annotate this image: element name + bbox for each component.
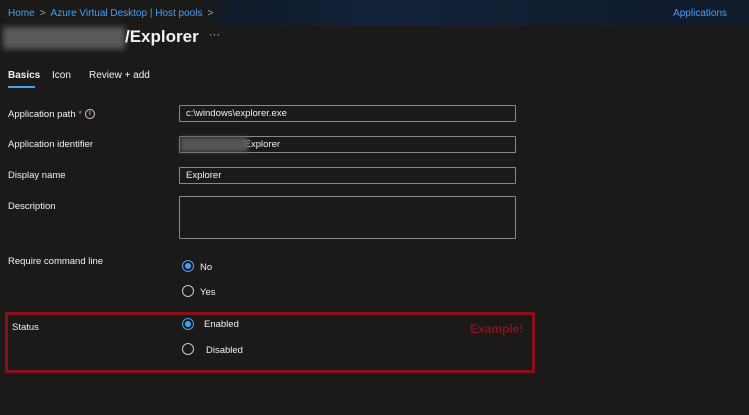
label-text: Application path	[8, 109, 76, 120]
tab-icon[interactable]: Icon	[52, 70, 71, 81]
description-textarea[interactable]	[179, 196, 516, 239]
more-options-icon[interactable]: ···	[209, 29, 220, 41]
app-path-label: Application path * i	[8, 109, 95, 120]
breadcrumb-home[interactable]: Home	[8, 8, 35, 19]
display-name-label: Display name	[8, 170, 66, 181]
required-marker: *	[78, 109, 82, 120]
breadcrumb-applications[interactable]: Applications	[673, 8, 727, 19]
radio-enabled-label: Enabled	[204, 319, 239, 330]
active-tab-indicator	[8, 86, 35, 88]
radio-yes-label: Yes	[200, 287, 216, 298]
page-title: /Explorer	[125, 27, 199, 46]
radio-disabled-label: Disabled	[206, 345, 243, 356]
radio-disabled[interactable]	[182, 343, 194, 355]
chevron-right-icon: >	[39, 8, 46, 19]
app-identifier-label: Application identifier	[8, 139, 94, 150]
redacted-name	[3, 27, 125, 49]
app-path-input[interactable]: c:\windows\explorer.exe	[179, 105, 516, 122]
description-label: Description	[8, 201, 56, 212]
info-icon[interactable]: i	[84, 109, 95, 120]
status-label: Status	[12, 322, 39, 333]
radio-no[interactable]	[182, 260, 194, 272]
annotation-text: Example!	[470, 322, 524, 336]
breadcrumb-host-pools[interactable]: Azure Virtual Desktop | Host pools	[51, 8, 203, 19]
tab-basics[interactable]: Basics	[8, 70, 40, 81]
radio-yes[interactable]	[182, 285, 194, 297]
breadcrumb: Home > Azure Virtual Desktop | Host pools >	[8, 8, 218, 19]
redacted-identifier	[180, 137, 248, 152]
radio-no-label: No	[200, 262, 213, 273]
radio-enabled[interactable]	[182, 318, 194, 330]
highlight-box	[5, 312, 535, 373]
display-name-input[interactable]: Explorer	[179, 167, 516, 184]
require-command-line-label: Require command line	[8, 256, 104, 267]
tab-review-add[interactable]: Review + add	[89, 70, 150, 81]
chevron-right-icon: >	[207, 8, 214, 19]
